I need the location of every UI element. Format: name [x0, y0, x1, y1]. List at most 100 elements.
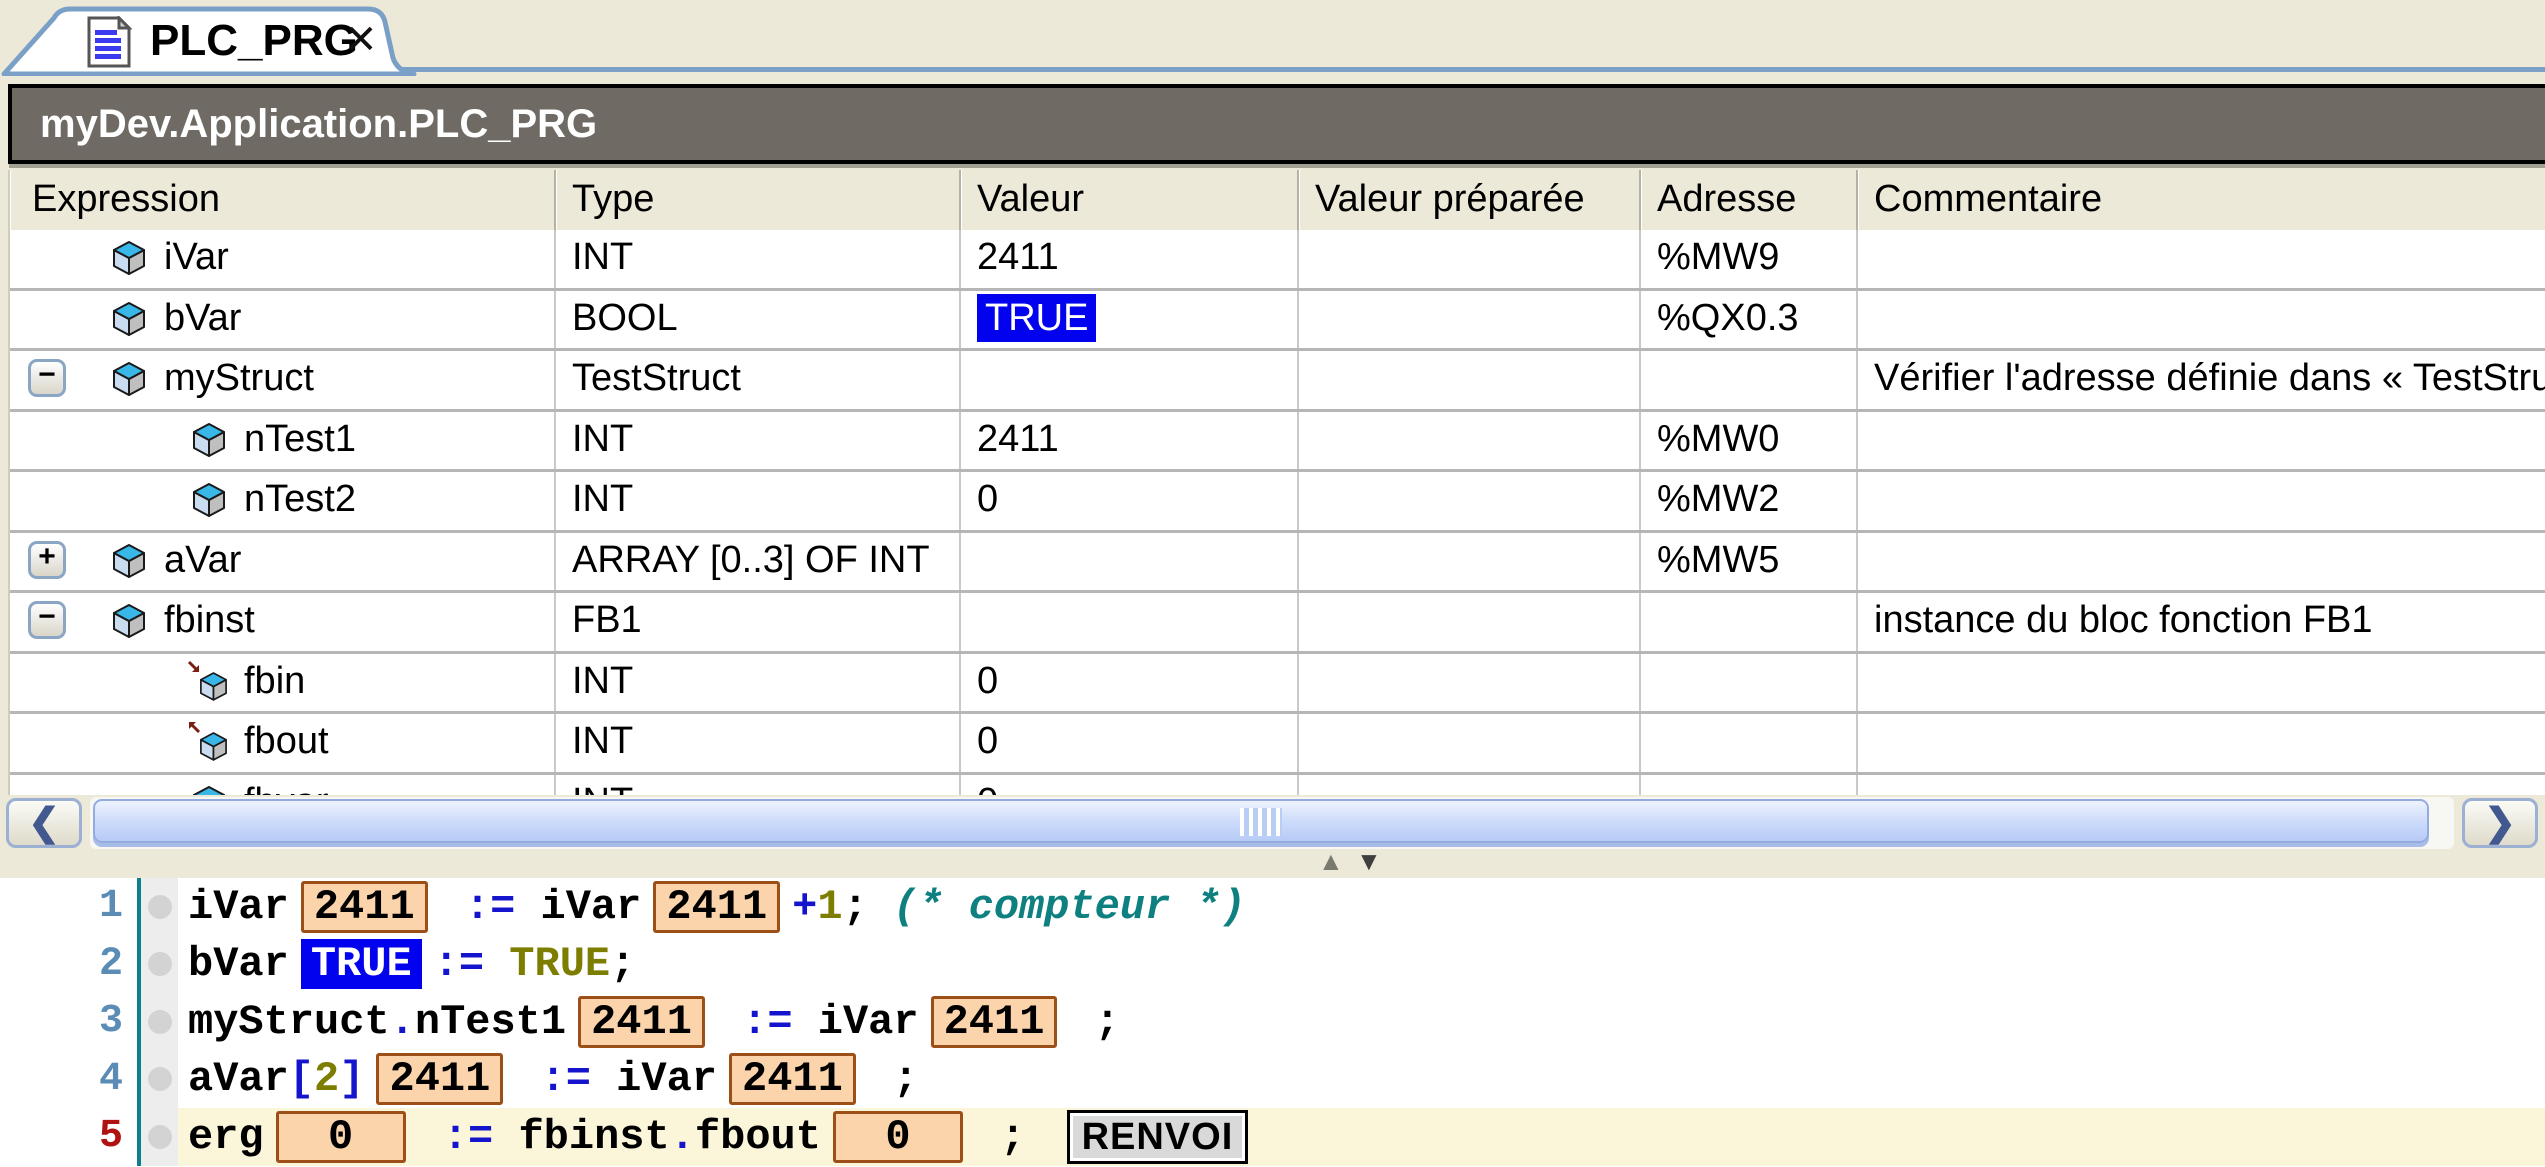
expression-label: iVar [164, 230, 229, 284]
breakpoint-gutter[interactable] [141, 936, 178, 994]
code-token [418, 1113, 443, 1161]
address-cell: %QX0.3 [1641, 291, 1858, 349]
variable-icon [107, 539, 151, 583]
prepared-value-cell [1299, 533, 1641, 591]
scrollbar-thumb[interactable] [93, 799, 2429, 843]
watch-row-fbinst[interactable]: − fbinstFB1instance du bloc fonction FB1 [10, 593, 2545, 654]
bool-true-inline-badge: TRUE [301, 939, 422, 989]
splitter-collapse-up-icon[interactable]: ▲ [1318, 848, 1344, 874]
variable-icon [107, 236, 151, 280]
watch-row-fbin[interactable]: fbinINT0 [10, 654, 2545, 715]
scrollbar-track[interactable] [90, 797, 2454, 849]
code-token: := [541, 1055, 591, 1103]
column-header-commentaire[interactable]: Commentaire [1858, 170, 2545, 230]
code-token: ; [868, 1055, 918, 1103]
scroll-left-button[interactable]: ❮ [6, 798, 82, 848]
expression-cell: fbin [10, 654, 556, 712]
watch-row-nTest1[interactable]: nTest1INT2411%MW0 [10, 412, 2545, 473]
type-cell: INT [556, 472, 961, 530]
expander-minus-button[interactable]: − [28, 601, 66, 639]
watch-row-fbvar[interactable]: fbvarINT0 [10, 775, 2545, 796]
line-number: 2 [0, 942, 137, 987]
breakpoint-gutter[interactable] [141, 1051, 178, 1109]
prepared-value-cell [1299, 230, 1641, 288]
breakpoint-slot-icon[interactable] [148, 952, 172, 976]
address-cell [1641, 593, 1858, 651]
watch-row-fbout[interactable]: fboutINT0 [10, 714, 2545, 775]
monitor-table-header: Expression Type Valeur Valeur préparée A… [10, 170, 2545, 233]
code-token [717, 998, 742, 1046]
breakpoint-gutter[interactable] [141, 878, 178, 936]
address-cell [1641, 714, 1858, 772]
column-header-adresse[interactable]: Adresse [1641, 170, 1858, 230]
breakpoint-gutter[interactable] [141, 993, 178, 1051]
code-line-content: aVar[2]2411 := iVar2411 ; [178, 1051, 2545, 1109]
variable-icon [187, 478, 231, 522]
watch-row-iVar[interactable]: iVarINT2411%MW9 [10, 230, 2545, 291]
horizontal-scrollbar[interactable]: ❮ ❯ [0, 795, 2545, 852]
breakpoint-gutter[interactable] [141, 1108, 178, 1166]
watch-row-nTest2[interactable]: nTest2INT0%MW2 [10, 472, 2545, 533]
monitor-value-box: 2411 [653, 881, 780, 933]
code-token: := [465, 883, 515, 931]
expression-label: fbinst [164, 593, 255, 647]
column-header-expression[interactable]: Expression [10, 170, 556, 230]
breakpoint-slot-icon[interactable] [148, 1067, 172, 1091]
splitter-collapse-down-icon[interactable]: ▼ [1356, 848, 1382, 874]
code-token: bVar [188, 940, 289, 988]
device-path-titlebar: myDev.Application.PLC_PRG [8, 84, 2545, 164]
watch-row-myStruct[interactable]: − myStructTestStructVérifier l'adresse d… [10, 351, 2545, 412]
breakpoint-slot-icon[interactable] [148, 1010, 172, 1034]
expression-cell: − fbinst [10, 593, 556, 651]
tab-plc-prg[interactable]: PLC_PRG ✕ [0, 4, 432, 76]
address-cell [1641, 654, 1858, 712]
expander-minus-button[interactable]: − [28, 359, 66, 397]
scroll-right-button[interactable]: ❯ [2462, 798, 2538, 848]
st-code-editor[interactable]: 1iVar2411 := iVar2411+1; (* compteur *)2… [0, 878, 2545, 1167]
monitor-value-box: 2411 [729, 1053, 856, 1105]
code-token: fbout [695, 1113, 821, 1161]
code-line-5: 5erg0 := fbinst.fbout0 ; RENVOI [0, 1108, 2545, 1166]
breakpoint-slot-icon[interactable] [148, 895, 172, 919]
prepared-value-cell [1299, 472, 1641, 530]
address-cell: %MW2 [1641, 472, 1858, 530]
code-token [515, 1055, 540, 1103]
prepared-value-cell [1299, 775, 1641, 796]
value-cell [961, 533, 1299, 591]
monitor-value-box: 2411 [376, 1053, 503, 1105]
pou-document-icon [86, 16, 132, 68]
type-cell: INT [556, 714, 961, 772]
code-token: erg [188, 1113, 264, 1161]
tabstrip-bottom-border [392, 67, 2545, 72]
comment-cell [1858, 714, 2545, 772]
expression-cell: nTest1 [10, 412, 556, 470]
type-cell: INT [556, 775, 961, 796]
variable-icon [107, 297, 151, 341]
expression-cell: nTest2 [10, 472, 556, 530]
column-header-valeur-preparee[interactable]: Valeur préparée [1299, 170, 1641, 230]
tab-close-icon[interactable]: ✕ [344, 18, 378, 62]
pane-splitter[interactable]: ▲ ▼ [0, 852, 2545, 878]
expander-plus-button[interactable]: + [28, 541, 66, 579]
comment-cell [1858, 533, 2545, 591]
watch-row-aVar[interactable]: + aVarARRAY [0..3] OF INT%MW5 [10, 533, 2545, 594]
type-cell: ARRAY [0..3] OF INT [556, 533, 961, 591]
code-token: iVar [591, 1055, 717, 1103]
type-cell: INT [556, 412, 961, 470]
code-token: ; [843, 883, 893, 931]
comment-cell [1858, 230, 2545, 288]
renvoi-return-flag: RENVOI [1067, 1110, 1249, 1164]
variable-monitor-table: Expression Type Valeur Valeur préparée A… [8, 170, 2545, 795]
address-cell [1641, 351, 1858, 409]
prepared-value-cell [1299, 593, 1641, 651]
watch-row-bVar[interactable]: bVarBOOLTRUE%QX0.3 [10, 291, 2545, 352]
expression-label: nTest2 [244, 472, 356, 526]
value-cell: 2411 [961, 412, 1299, 470]
breakpoint-slot-icon[interactable] [148, 1125, 172, 1149]
code-token: := [742, 998, 792, 1046]
value-cell: 0 [961, 714, 1299, 772]
column-header-type[interactable]: Type [556, 170, 961, 230]
expression-cell: fbvar [10, 775, 556, 796]
code-token: nTest1 [415, 998, 566, 1046]
column-header-valeur[interactable]: Valeur [961, 170, 1299, 230]
